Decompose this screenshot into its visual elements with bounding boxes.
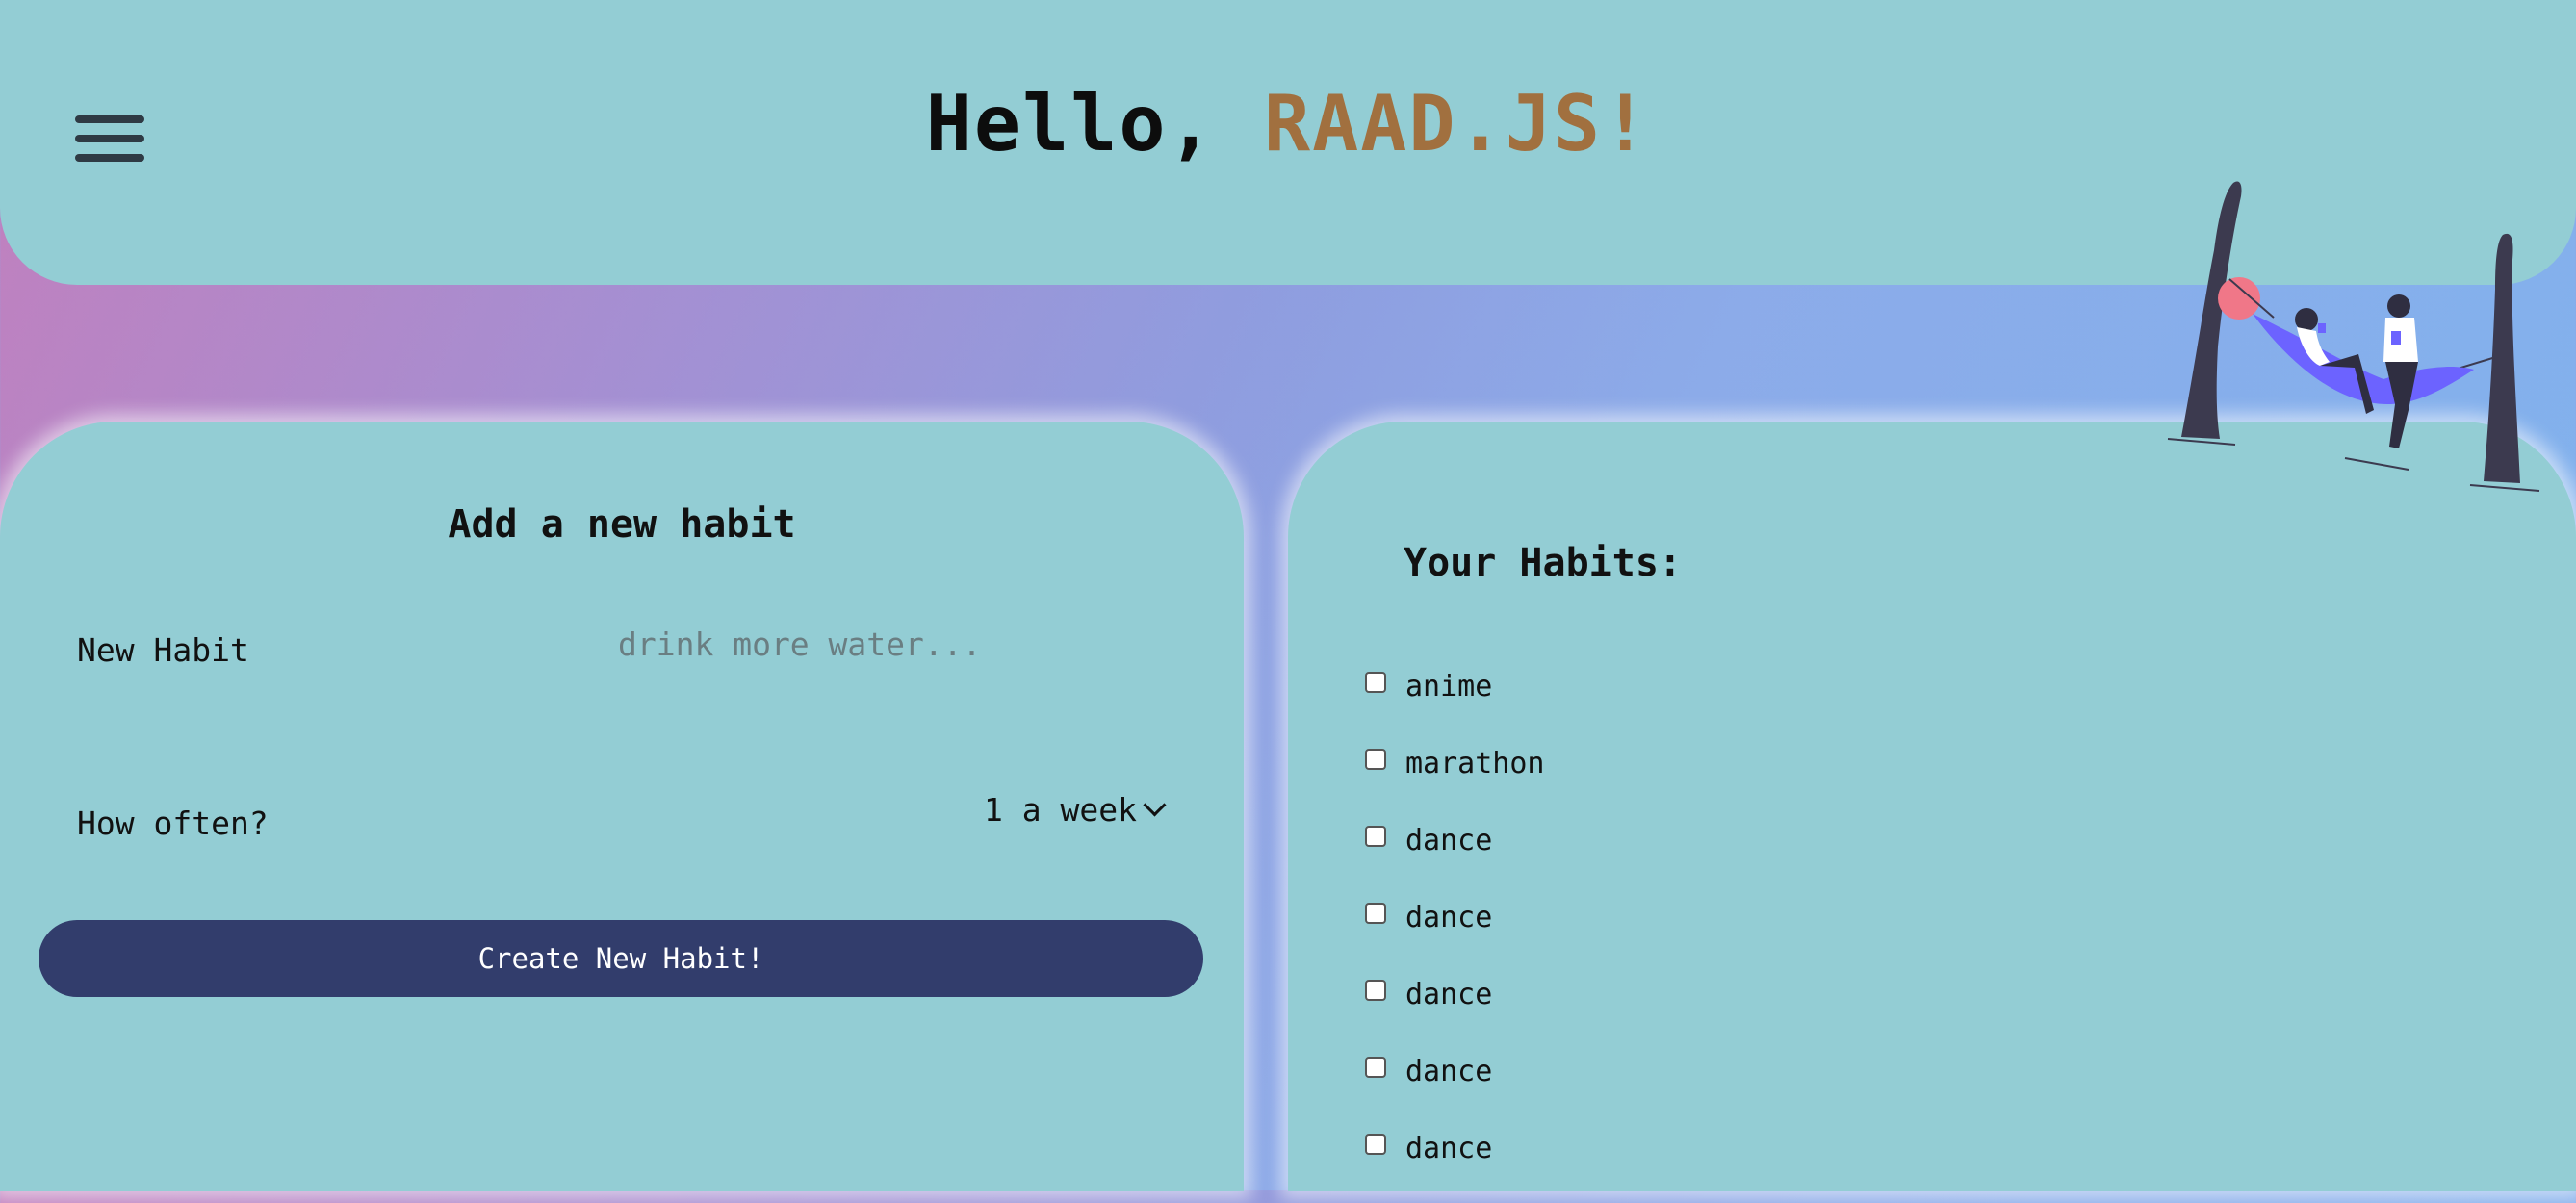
- habit-label: dance: [1405, 978, 1493, 1011]
- habit-checkbox[interactable]: [1365, 903, 1386, 924]
- habit-list: anime marathon dance dance dance dance d…: [1365, 664, 1545, 1203]
- habit-checkbox[interactable]: [1365, 826, 1386, 847]
- create-habit-button[interactable]: Create New Habit!: [39, 920, 1203, 997]
- new-habit-input[interactable]: [616, 614, 1121, 674]
- user-name: RAAD.JS!: [1263, 79, 1651, 168]
- list-item: dance: [1365, 1126, 1545, 1203]
- habit-label: anime: [1405, 670, 1493, 704]
- habit-label: dance: [1405, 1055, 1493, 1088]
- habit-label: dance: [1405, 901, 1493, 934]
- list-item: dance: [1365, 895, 1545, 972]
- frequency-label: How often?: [77, 805, 269, 842]
- list-item: dance: [1365, 972, 1545, 1049]
- habit-checkbox[interactable]: [1365, 980, 1386, 1001]
- habits-panel: Your Habits: anime marathon dance dance …: [1288, 422, 2576, 1191]
- greeting-text: Hello,: [925, 79, 1216, 168]
- habits-title: Your Habits:: [1404, 541, 1682, 585]
- list-item: dance: [1365, 1049, 1545, 1126]
- frequency-select[interactable]: 1 a week: [984, 791, 1167, 829]
- list-item: anime: [1365, 664, 1545, 741]
- add-habit-title: Add a new habit: [448, 502, 796, 547]
- habit-checkbox[interactable]: [1365, 1057, 1386, 1078]
- habit-label: marathon: [1405, 747, 1545, 781]
- chevron-down-icon: [1143, 793, 1167, 817]
- list-item: dance: [1365, 818, 1545, 895]
- page-title: Hello, RAAD.JS!: [0, 79, 2576, 168]
- frequency-value: 1 a week: [984, 791, 1137, 829]
- hammock-illustration: [2167, 181, 2540, 492]
- habit-checkbox[interactable]: [1365, 1134, 1386, 1155]
- habit-checkbox[interactable]: [1365, 672, 1386, 693]
- add-habit-panel: Add a new habit New Habit How often? 1 a…: [0, 422, 1244, 1191]
- habit-label: dance: [1405, 824, 1493, 857]
- habit-checkbox[interactable]: [1365, 749, 1386, 770]
- list-item: marathon: [1365, 741, 1545, 818]
- new-habit-label: New Habit: [77, 631, 249, 669]
- habit-label: dance: [1405, 1132, 1493, 1165]
